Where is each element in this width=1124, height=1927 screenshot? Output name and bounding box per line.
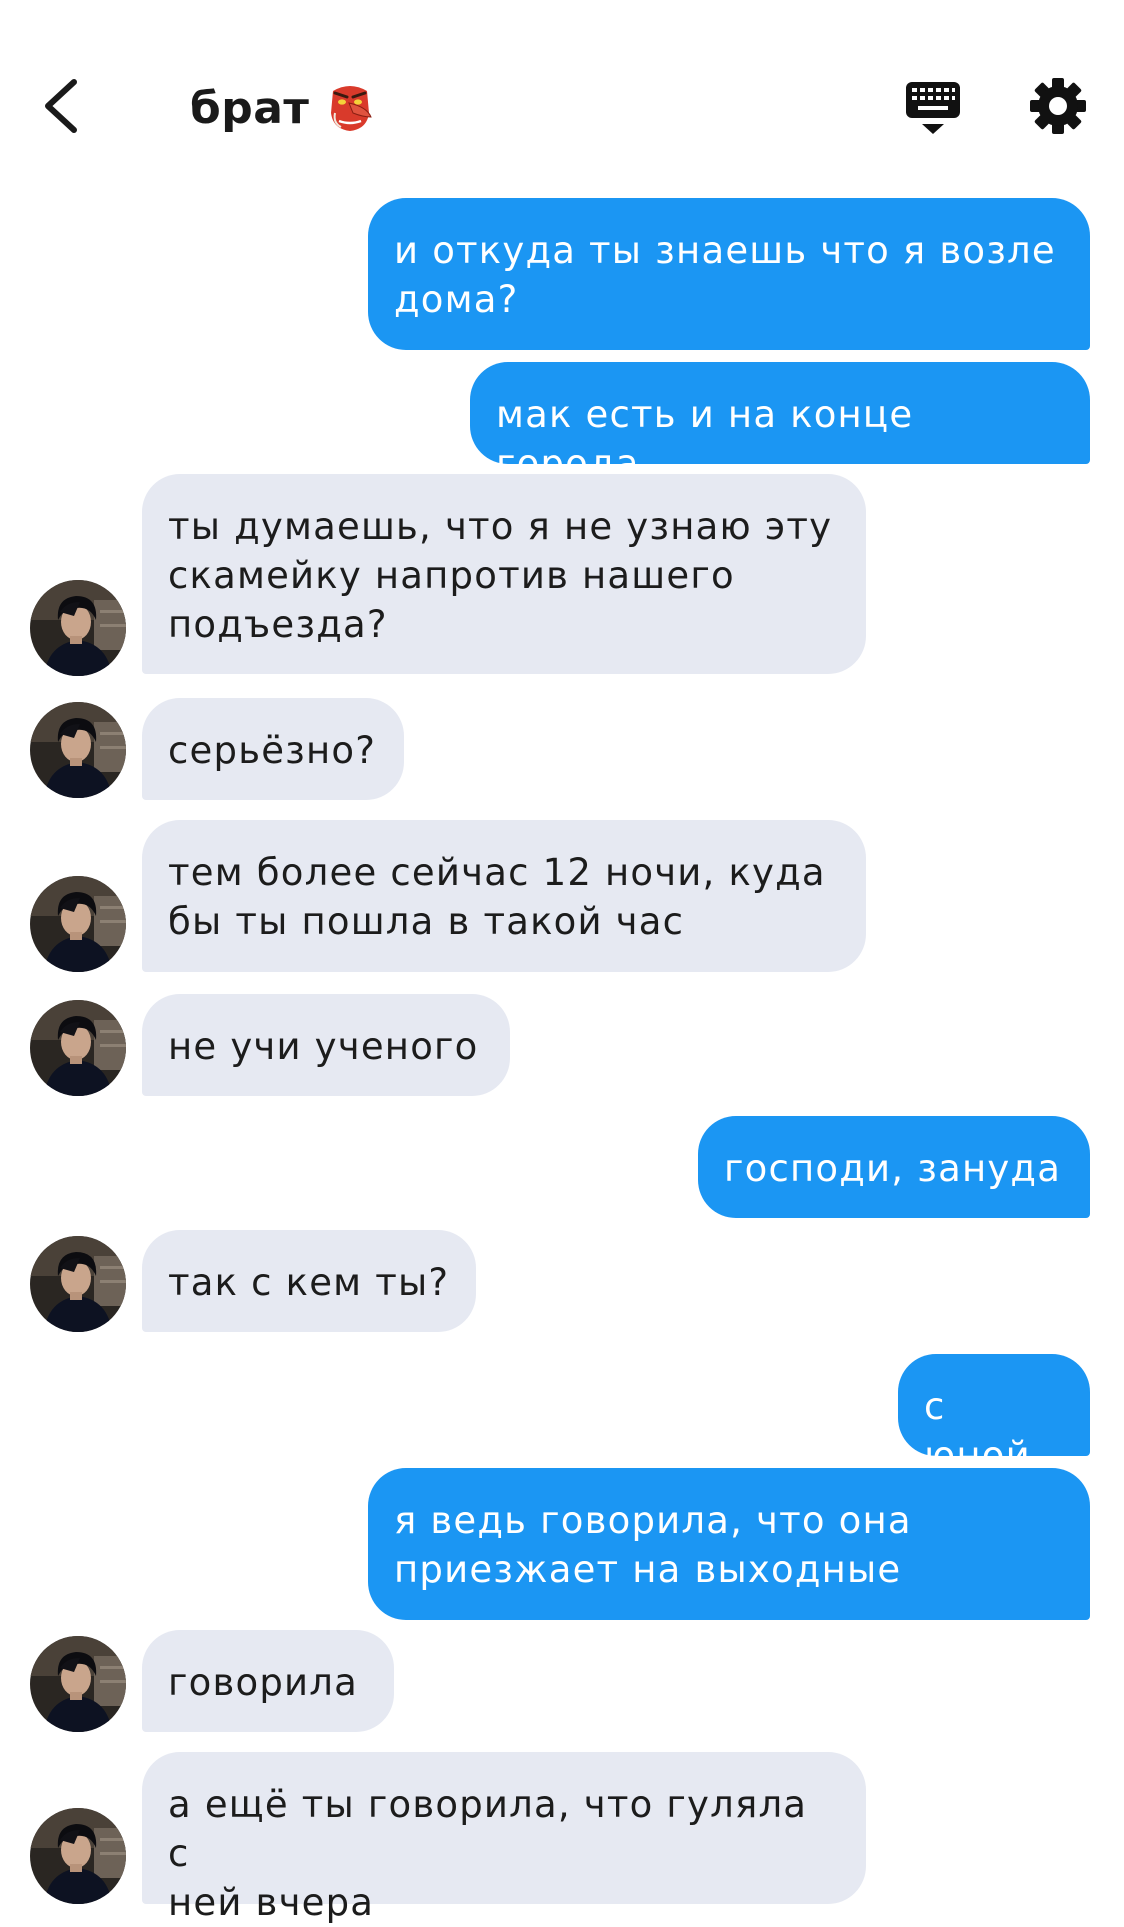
avatar[interactable] [30,702,126,798]
chat-header: брат [0,0,1124,190]
contact-photo [30,580,126,676]
avatar[interactable] [30,876,126,972]
chat-title-group[interactable]: брат [190,78,373,138]
contact-photo [30,1236,126,1332]
outgoing-message[interactable]: и откуда ты знаешь что я возле дома? [368,198,1090,350]
avatar[interactable] [30,580,126,676]
incoming-message[interactable]: так с кем ты? [142,1230,476,1332]
avatar[interactable] [30,1636,126,1732]
avatar[interactable] [30,1236,126,1332]
contact-photo [30,702,126,798]
back-button[interactable] [30,68,100,138]
settings-button[interactable] [1028,76,1088,136]
incoming-message[interactable]: ты думаешь, что я не узнаю эту скамейку … [142,474,866,674]
tengu-mask-emoji-icon [331,86,373,131]
avatar[interactable] [30,1000,126,1096]
avatar[interactable] [30,1808,126,1904]
incoming-message[interactable]: а ещё ты говорила, что гуляла с ней вчер… [142,1752,866,1924]
contact-photo [30,1636,126,1732]
outgoing-message[interactable]: я ведь говорила, что она приезжает на вы… [368,1468,1090,1620]
incoming-message[interactable]: говорила [142,1630,394,1732]
contact-photo [30,1808,126,1904]
incoming-message[interactable]: серьёзно? [142,698,404,800]
incoming-message[interactable]: тем более сейчас 12 ночи, куда бы ты пош… [142,820,866,972]
keyboard-button[interactable] [900,74,966,140]
contact-photo [30,1000,126,1096]
chat-title: брат [190,82,310,134]
chevron-left-icon [45,79,77,133]
outgoing-message[interactable]: с юной [898,1354,1090,1477]
contact-photo [30,876,126,972]
outgoing-message[interactable]: господи, зануда [698,1116,1090,1218]
gear-icon [1030,78,1086,134]
incoming-message[interactable]: не учи ученого [142,994,510,1096]
keyboard-icon [906,82,960,134]
outgoing-message[interactable]: мак есть и на конце города [470,362,1090,485]
